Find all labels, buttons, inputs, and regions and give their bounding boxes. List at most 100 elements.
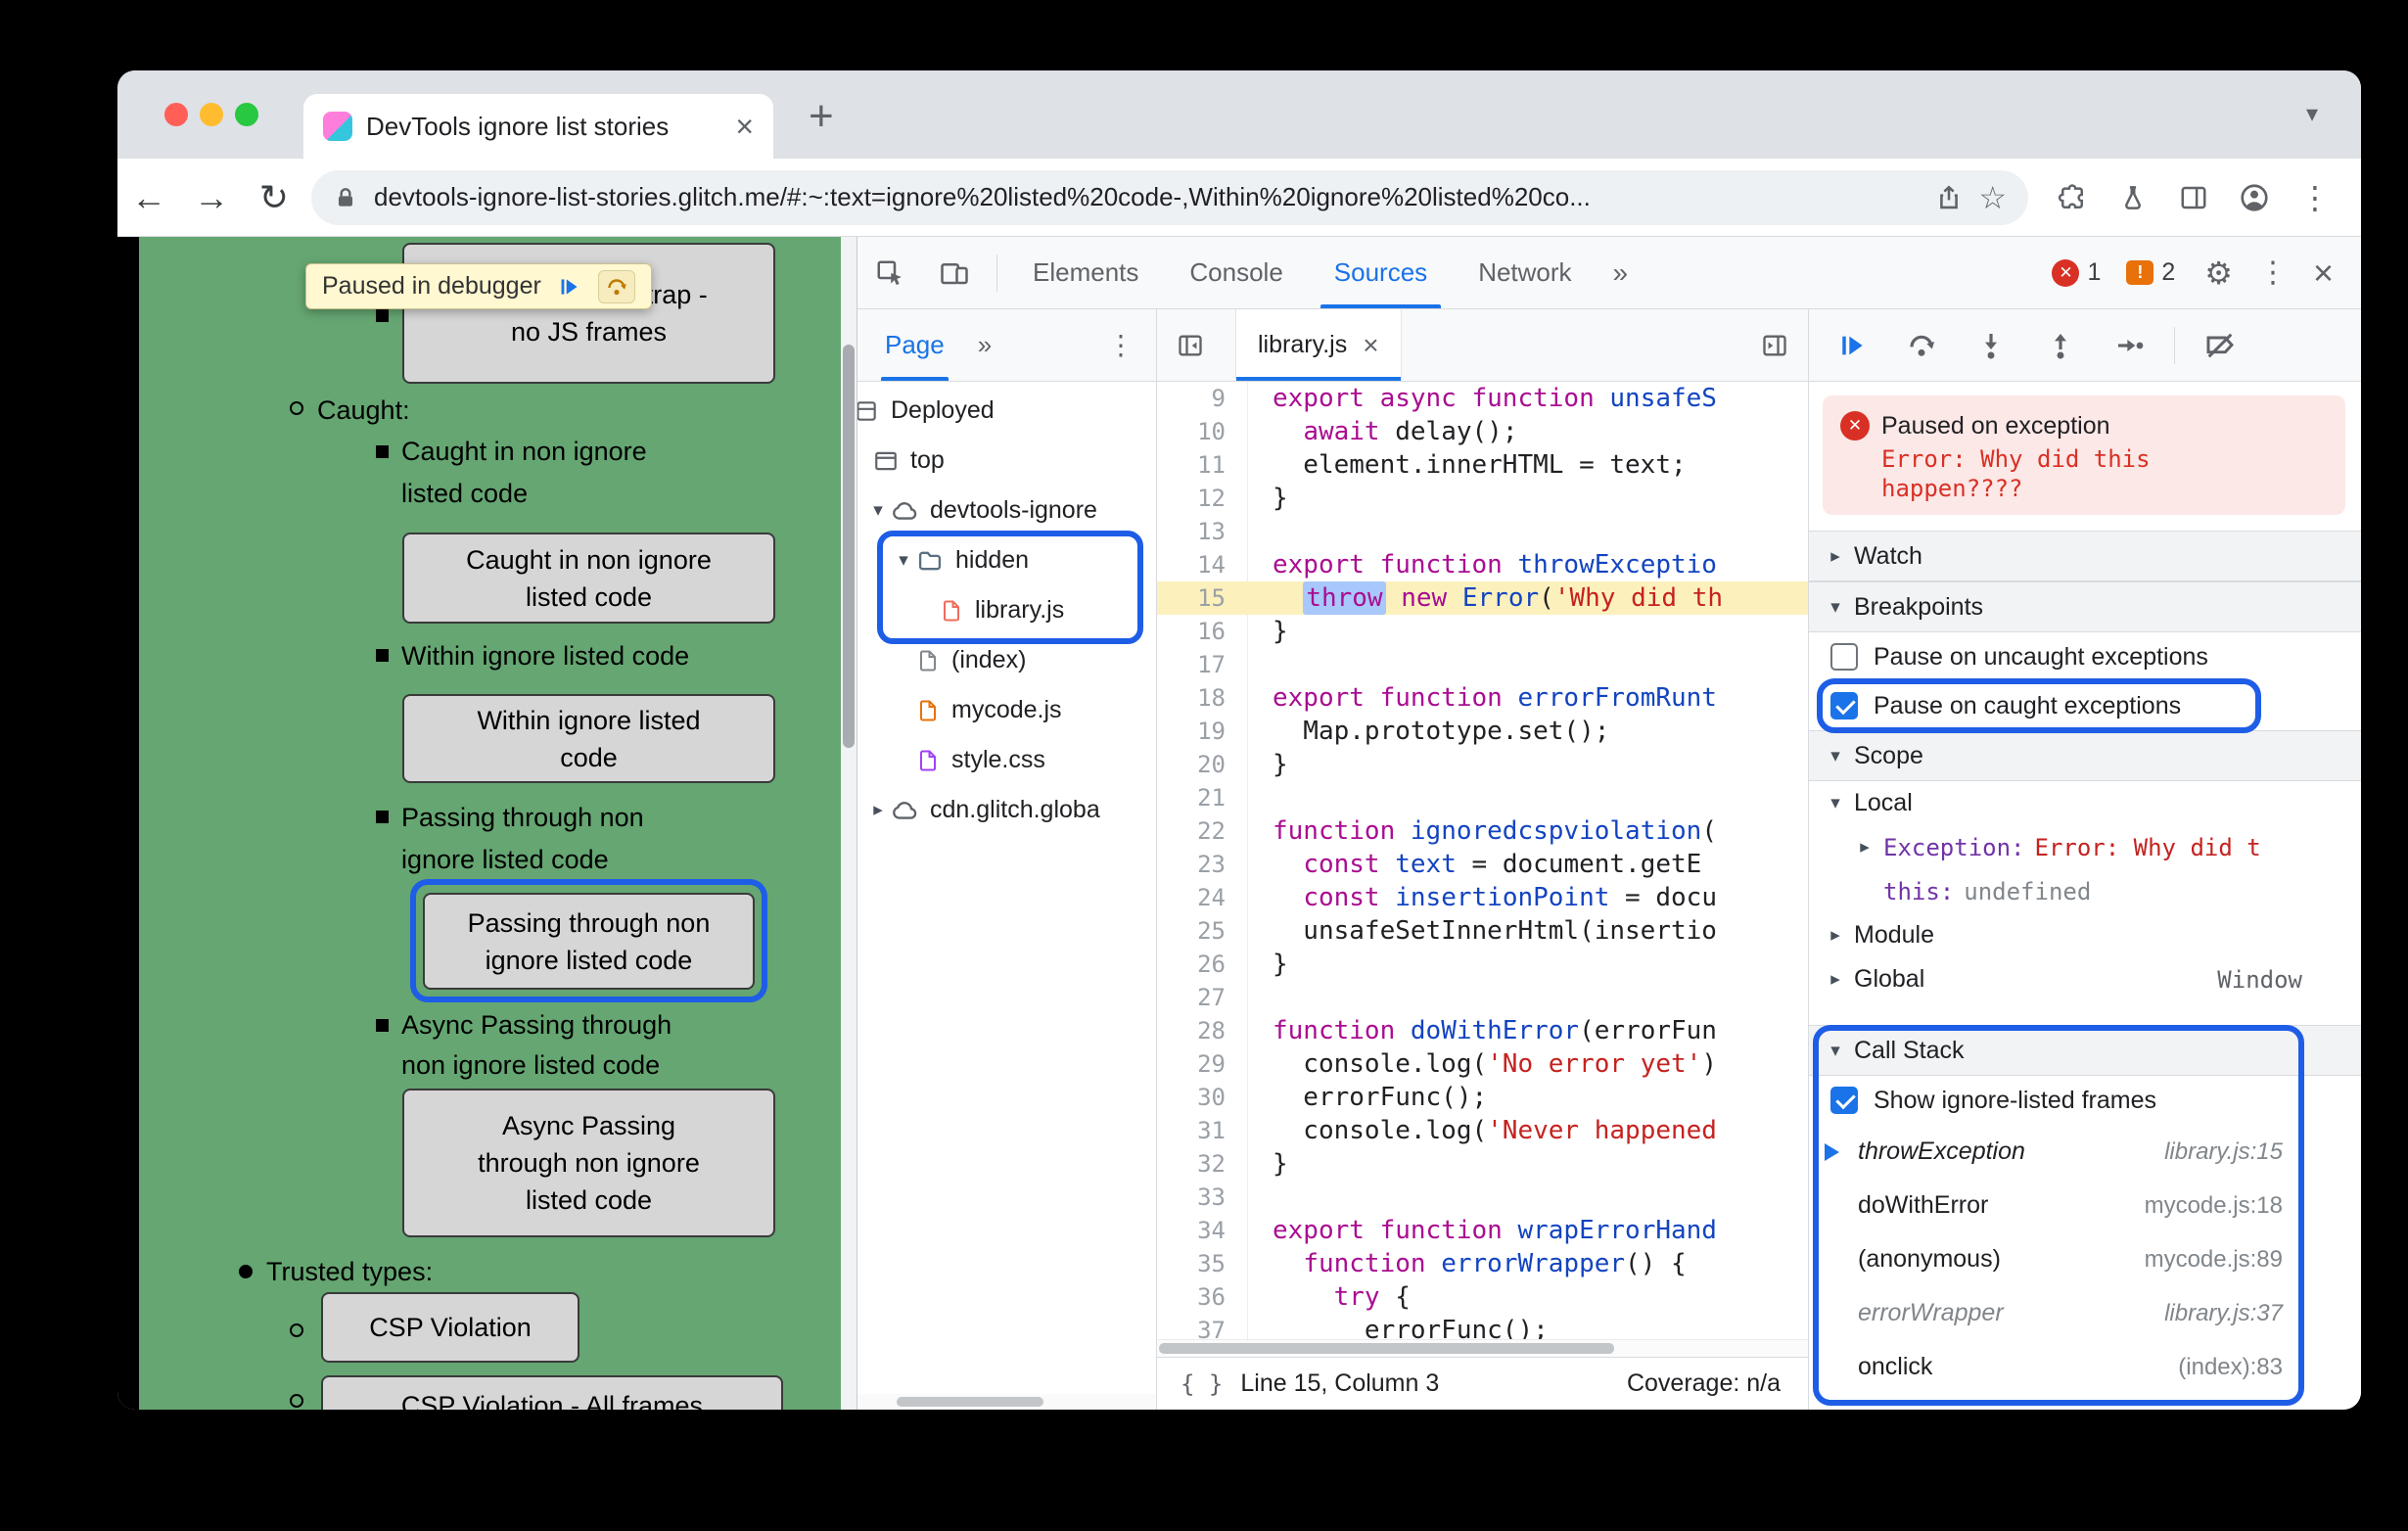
browser-tab[interactable]: DevTools ignore list stories ×	[303, 94, 773, 159]
chevron-down-icon[interactable]: ▾	[891, 549, 916, 572]
pause-uncaught-checkbox[interactable]	[1830, 643, 1858, 671]
profile-avatar-icon[interactable]	[2224, 182, 2285, 213]
back-button[interactable]: ←	[117, 177, 180, 218]
window-zoom-button[interactable]	[235, 103, 258, 126]
bookmark-star-icon[interactable]: ☆	[1978, 179, 2007, 216]
side-panel-icon[interactable]	[2163, 183, 2224, 212]
page-scrollbar[interactable]	[841, 237, 857, 1410]
breakpoints-section-header[interactable]: ▾ Breakpoints	[1809, 581, 2361, 632]
within-ignore-listed-button[interactable]: Within ignore listed code	[402, 694, 775, 783]
step-icon[interactable]	[2095, 330, 2164, 361]
tree-item-devtools-ignore[interactable]: ▾ devtools-ignore	[857, 486, 1156, 535]
editor-tab-close-icon[interactable]: ×	[1363, 331, 1378, 359]
scope-exception-row[interactable]: ▸ Exception: Error: Why did t	[1809, 825, 2361, 869]
caught-non-ignore-button[interactable]: Caught in non ignore listed code	[402, 533, 775, 624]
window-close-button[interactable]	[164, 103, 188, 126]
forward-button[interactable]: →	[180, 177, 243, 218]
tab-page[interactable]: Page	[881, 309, 949, 381]
tab-console[interactable]: Console	[1164, 237, 1308, 308]
tree-item-cdn-glitch[interactable]: ▸ cdn.glitch.globa	[857, 785, 1156, 835]
pause-caught-row[interactable]: Pause on caught exceptions	[1809, 678, 2361, 733]
pause-uncaught-row[interactable]: Pause on uncaught exceptions	[1809, 632, 2361, 681]
callstack-frame-throwexception[interactable]: throwException library.js:15	[1809, 1125, 2361, 1179]
tree-item-library-js[interactable]: library.js	[857, 585, 1156, 635]
tree-item-style-css[interactable]: style.css	[857, 735, 1156, 785]
more-tabs-icon[interactable]: »	[1598, 257, 1644, 289]
page-scrollbar-thumb[interactable]	[843, 345, 855, 748]
show-debugger-panel-icon[interactable]	[1761, 332, 1788, 359]
code-line-34: 34 export function wrapErrorHand	[1197, 1216, 1717, 1245]
tab-close-icon[interactable]: ×	[735, 111, 754, 142]
editor-tab-library-js[interactable]: library.js ×	[1235, 309, 1402, 381]
scope-section-header[interactable]: ▾ Scope	[1809, 730, 2361, 781]
address-bar[interactable]: devtools-ignore-list-stories.glitch.me/#…	[311, 169, 2028, 225]
pause-caught-checkbox[interactable]	[1830, 692, 1858, 719]
tab-elements[interactable]: Elements	[1007, 237, 1164, 308]
inspect-element-icon[interactable]	[857, 258, 922, 288]
tab-title: DevTools ignore list stories	[366, 111, 670, 141]
watch-section-header[interactable]: ▸ Watch	[1809, 531, 2361, 581]
step-into-icon[interactable]	[1956, 330, 2025, 361]
window-minimize-button[interactable]	[200, 103, 223, 126]
pretty-print-icon[interactable]: { }	[1181, 1370, 1223, 1398]
step-out-icon[interactable]	[2025, 330, 2095, 361]
extension-flask-icon[interactable]	[2103, 183, 2163, 212]
csp-violation-button[interactable]: CSP Violation	[321, 1292, 579, 1363]
settings-gear-icon[interactable]: ⚙	[2204, 255, 2233, 292]
banner-step-over-icon[interactable]	[597, 269, 635, 303]
scope-global-row[interactable]: ▸ Global Window	[1809, 957, 2361, 1001]
sidebar-more-tabs-icon[interactable]: »	[978, 330, 992, 360]
editor-scrollbar-thumb[interactable]	[1159, 1343, 1614, 1354]
file-icon	[916, 699, 940, 722]
editor-horizontal-scrollbar[interactable]	[1157, 1339, 1808, 1357]
tab-sources[interactable]: Sources	[1309, 237, 1453, 308]
tab-network[interactable]: Network	[1453, 237, 1597, 308]
resume-script-icon[interactable]	[1817, 330, 1886, 361]
callstack-frame-anonymous[interactable]: (anonymous) mycode.js:89	[1809, 1232, 2361, 1286]
extensions-puzzle-icon[interactable]	[2042, 183, 2103, 212]
deactivate-breakpoints-icon[interactable]	[2185, 330, 2254, 361]
tree-item-index[interactable]: (index)	[857, 635, 1156, 685]
scope-module-row[interactable]: ▸ Module	[1809, 913, 2361, 957]
cloud-icon	[891, 497, 918, 525]
tree-item-hidden-folder[interactable]: ▾ hidden	[857, 535, 1156, 585]
scope-this-row[interactable]: this: undefined	[1809, 869, 2361, 913]
callstack-frame-onclick[interactable]: onclick (index):83	[1809, 1340, 2361, 1394]
reload-button[interactable]: ↻	[243, 177, 305, 218]
chevron-right-icon[interactable]: ▸	[1852, 836, 1877, 858]
browser-menu-kebab-icon[interactable]: ⋮	[2285, 179, 2345, 216]
callstack-frame-errorwrapper[interactable]: errorWrapper library.js:37	[1809, 1286, 2361, 1340]
tree-item-mycode-js[interactable]: mycode.js	[857, 685, 1156, 735]
show-ignore-listed-checkbox[interactable]	[1830, 1087, 1858, 1114]
step-over-icon[interactable]	[1886, 330, 1956, 361]
share-icon[interactable]	[1935, 184, 1963, 211]
async-passing-button[interactable]: Async Passing through non ignore listed …	[402, 1089, 775, 1237]
chevron-down-icon[interactable]: ▾	[865, 499, 891, 522]
tree-item-deployed[interactable]: Deployed	[857, 386, 1156, 436]
tree-item-top[interactable]: top	[857, 436, 1156, 486]
show-ignore-listed-row[interactable]: Show ignore-listed frames	[1809, 1076, 2361, 1125]
issue-count-badge[interactable]: ! 2	[2126, 258, 2175, 287]
banner-resume-icon[interactable]	[557, 274, 582, 300]
sidebar-horizontal-scrollbar[interactable]	[857, 1394, 1156, 1410]
tab-search-chevron-icon[interactable]: ▾	[2306, 100, 2318, 128]
sidebar-kebab-icon[interactable]: ⋮	[1107, 329, 1135, 361]
tab-strip: DevTools ignore list stories × + ▾	[117, 70, 2361, 159]
devtools-menu-kebab-icon[interactable]: ⋮	[2258, 255, 2288, 290]
error-count-badge[interactable]: ✕ 1	[2052, 258, 2101, 287]
devtools-close-icon[interactable]: ×	[2313, 255, 2334, 291]
tab-favicon	[323, 112, 352, 141]
passing-through-button[interactable]: Passing through non ignore listed code	[423, 893, 755, 990]
device-toolbar-icon[interactable]	[922, 258, 987, 288]
chevron-right-icon[interactable]: ▸	[865, 799, 891, 821]
callstack-frame-dowitherror[interactable]: doWithError mycode.js:18	[1809, 1179, 2361, 1232]
callstack-section-header[interactable]: ▾ Call Stack	[1809, 1025, 2361, 1076]
code-editor[interactable]: 9 export async function unsafeS 10 await d…	[1157, 382, 1808, 1339]
csp-violation-all-frames-button[interactable]: CSP Violation - All frames	[321, 1375, 783, 1410]
sidebar-scrollbar-thumb[interactable]	[897, 1397, 1043, 1407]
scope-local-row[interactable]: ▾ Local	[1809, 781, 2361, 825]
hide-navigator-icon[interactable]	[1177, 332, 1204, 359]
code-line-20: 20}	[1197, 750, 1288, 779]
chevron-down-icon: ▾	[1830, 596, 1840, 618]
new-tab-button[interactable]: +	[809, 92, 834, 141]
